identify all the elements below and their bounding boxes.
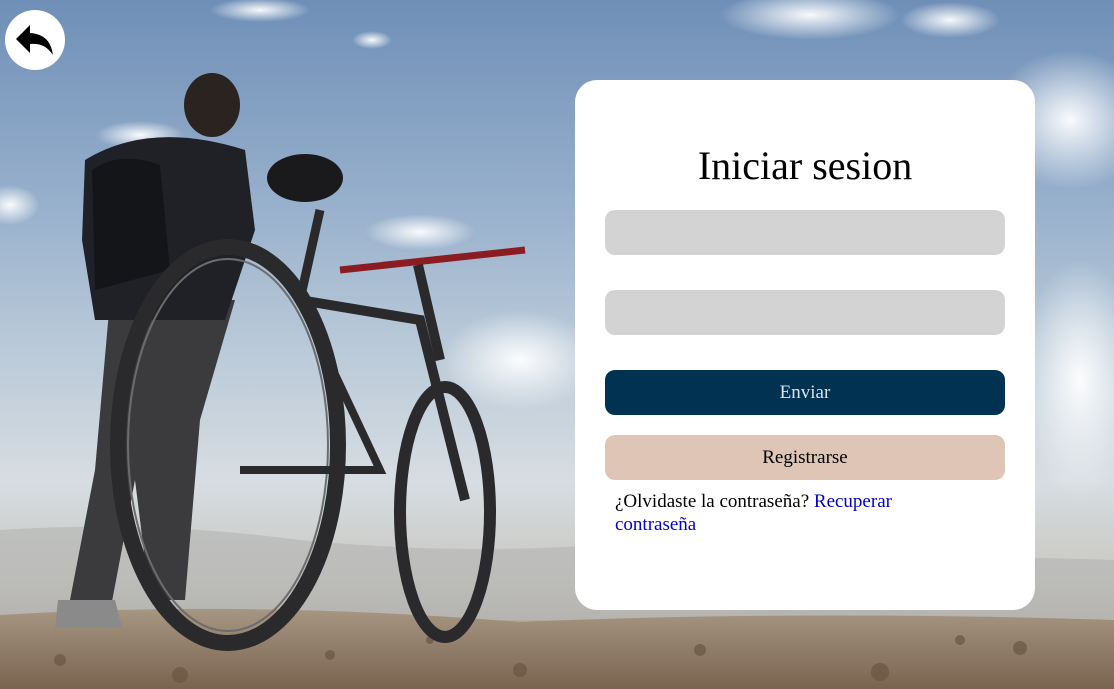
back-button[interactable] bbox=[5, 10, 65, 70]
page-title: Iniciar sesion bbox=[697, 143, 913, 188]
submit-button[interactable]: Enviar bbox=[605, 370, 1005, 415]
register-button[interactable]: Registrarse bbox=[605, 435, 1005, 480]
forgot-password-text: ¿Olvidaste la contraseña? Recuperar cont… bbox=[615, 490, 945, 536]
forgot-password-prefix: ¿Olvidaste la contraseña? bbox=[615, 491, 810, 512]
bike-saddle bbox=[267, 154, 343, 202]
username-input[interactable] bbox=[605, 210, 1005, 255]
login-card: Iniciar sesion Enviar Registrarse ¿Olvid… bbox=[575, 80, 1035, 610]
login-screen: Iniciar sesion Enviar Registrarse ¿Olvid… bbox=[0, 0, 1114, 689]
password-input[interactable] bbox=[605, 290, 1005, 335]
reply-arrow-icon bbox=[16, 25, 53, 55]
